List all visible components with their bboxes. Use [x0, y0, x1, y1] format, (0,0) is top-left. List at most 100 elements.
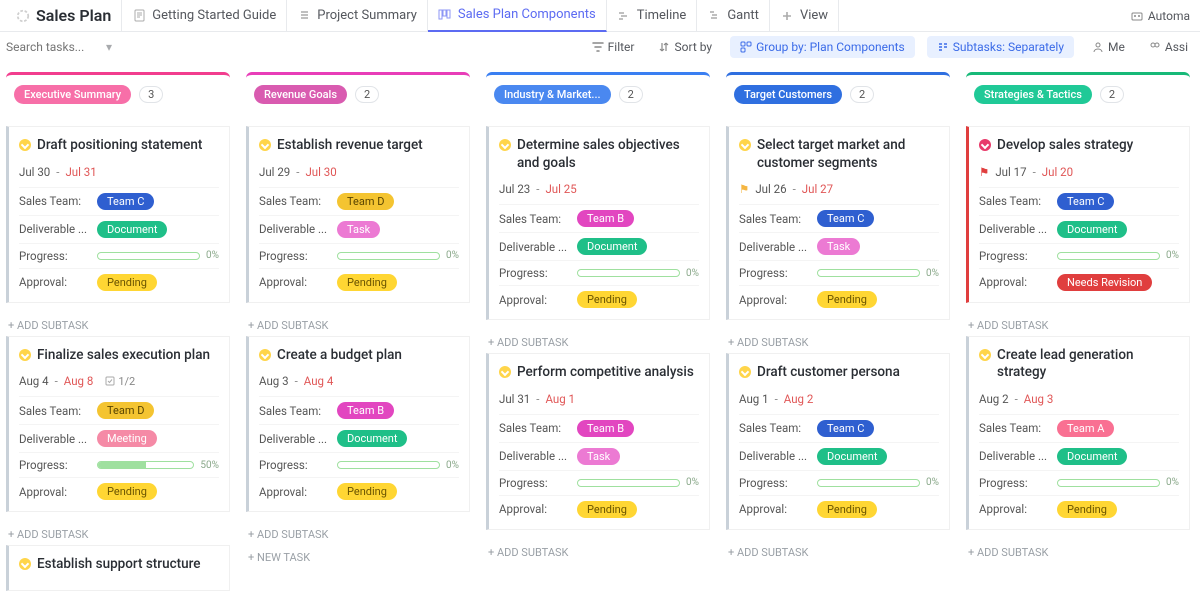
tab-project-summary[interactable]: Project Summary [287, 0, 428, 32]
field-label: Progress: [499, 266, 569, 280]
add-subtask-button[interactable]: + ADD SUBTASK [246, 313, 470, 336]
task-card[interactable]: Select target market and customer segmen… [726, 126, 950, 320]
task-card[interactable]: Draft customer personaAug 1-Aug 2Sales T… [726, 353, 950, 530]
search-input[interactable]: ▾ [6, 40, 166, 54]
task-card[interactable]: Draft positioning statementJul 30-Jul 31… [6, 126, 230, 303]
groupby-button[interactable]: Group by: Plan Components [730, 36, 915, 58]
progress-bar[interactable]: 0% [817, 477, 939, 488]
progress-bar[interactable]: 0% [817, 268, 939, 279]
task-card[interactable]: Establish revenue targetJul 29-Jul 30Sal… [246, 126, 470, 303]
add-subtask-button[interactable]: + ADD SUBTASK [486, 540, 710, 563]
add-subtask-button[interactable]: + ADD SUBTASK [966, 313, 1190, 336]
add-subtask-button[interactable]: + ADD SUBTASK [486, 330, 710, 353]
team-tag[interactable]: Team C [97, 193, 154, 210]
approval-tag[interactable]: Pending [337, 274, 397, 291]
sort-button[interactable]: Sort by [652, 37, 718, 57]
approval-tag[interactable]: Pending [577, 291, 637, 308]
approval-tag[interactable]: Pending [337, 483, 397, 500]
column-count: 2 [850, 86, 874, 103]
column-header[interactable]: Industry & Market...2 [486, 72, 710, 112]
workspace-title[interactable]: Sales Plan [6, 0, 122, 32]
subtasks-button[interactable]: Subtasks: Separately [927, 36, 1074, 58]
search-field[interactable] [6, 40, 106, 54]
progress-bar[interactable]: 0% [577, 477, 699, 488]
task-card[interactable]: Perform competitive analysisJul 31-Aug 1… [486, 353, 710, 530]
column-revenue-goals: Revenue Goals2 Establish revenue targetJu… [246, 72, 470, 568]
deliverable-tag[interactable]: Document [337, 430, 407, 447]
column-pill: Revenue Goals [254, 85, 347, 104]
approval-tag[interactable]: Needs Revision [1057, 274, 1152, 291]
progress-bar[interactable]: 0% [577, 268, 699, 279]
add-subtask-button[interactable]: + ADD SUBTASK [966, 540, 1190, 563]
task-dates: ⚑Jul 26-Jul 27 [739, 182, 939, 196]
field-label: Sales Team: [259, 404, 329, 418]
progress-bar[interactable]: 0% [1057, 250, 1179, 261]
tab-gantt[interactable]: Gantt [697, 0, 770, 32]
automate-button[interactable]: Automa [1126, 9, 1194, 23]
team-tag[interactable]: Team C [817, 420, 874, 437]
task-card[interactable]: Develop sales strategy⚑Jul 17-Jul 20Sale… [966, 126, 1190, 303]
tab-label: View [800, 8, 828, 23]
add-subtask-button[interactable]: + ADD SUBTASK [726, 540, 950, 563]
task-card[interactable]: Create lead generation strategyAug 2-Aug… [966, 336, 1190, 530]
filter-button[interactable]: Filter [586, 37, 641, 57]
team-tag[interactable]: Team A [1057, 420, 1114, 437]
progress-bar[interactable]: 0% [97, 250, 219, 261]
deliverable-tag[interactable]: Meeting [97, 430, 157, 447]
field-label: Deliverable ... [739, 240, 809, 254]
add-subtask-button[interactable]: + ADD SUBTASK [6, 522, 230, 545]
assignees-button[interactable]: Assi [1143, 37, 1194, 57]
tab-sales-plan-components[interactable]: Sales Plan Components [428, 0, 607, 32]
task-card[interactable]: Create a budget planAug 3-Aug 4Sales Tea… [246, 336, 470, 513]
progress-bar[interactable]: 0% [337, 460, 459, 471]
plus-icon [780, 9, 794, 23]
new-task-button[interactable]: + NEW TASK [246, 545, 470, 568]
me-button[interactable]: Me [1086, 37, 1131, 57]
column-header[interactable]: Revenue Goals2 [246, 72, 470, 112]
progress-bar[interactable]: 50% [97, 460, 219, 471]
approval-tag[interactable]: Pending [817, 291, 877, 308]
task-dates: ⚑Jul 17-Jul 20 [979, 165, 1179, 179]
tab-timeline[interactable]: Timeline [607, 0, 698, 32]
deliverable-tag[interactable]: Document [1057, 221, 1127, 238]
deliverable-tag[interactable]: Task [577, 448, 620, 465]
progress-bar[interactable]: 0% [1057, 477, 1179, 488]
team-tag[interactable]: Team C [817, 210, 874, 227]
tab-view[interactable]: View [770, 0, 839, 32]
deliverable-tag[interactable]: Document [577, 238, 647, 255]
add-subtask-button[interactable]: + ADD SUBTASK [246, 522, 470, 545]
deliverable-tag[interactable]: Task [337, 221, 380, 238]
team-tag[interactable]: Team B [337, 402, 394, 419]
approval-tag[interactable]: Pending [577, 501, 637, 518]
task-title: Develop sales strategy [997, 137, 1133, 155]
task-title: Finalize sales execution plan [37, 347, 210, 365]
team-tag[interactable]: Team C [1057, 193, 1114, 210]
approval-tag[interactable]: Pending [97, 274, 157, 291]
task-title: Select target market and customer segmen… [757, 137, 939, 172]
deliverable-tag[interactable]: Document [1057, 448, 1127, 465]
column-header[interactable]: Strategies & Tactics2 [966, 72, 1190, 112]
add-subtask-button[interactable]: + ADD SUBTASK [6, 313, 230, 336]
approval-tag[interactable]: Pending [817, 501, 877, 518]
approval-tag[interactable]: Pending [1057, 501, 1117, 518]
team-tag[interactable]: Team D [337, 193, 394, 210]
deliverable-tag[interactable]: Document [817, 448, 887, 465]
column-header[interactable]: Target Customers2 [726, 72, 950, 112]
task-card[interactable]: Determine sales objectives and goalsJul … [486, 126, 710, 320]
approval-tag[interactable]: Pending [97, 483, 157, 500]
status-dot-icon [19, 558, 31, 570]
team-tag[interactable]: Team B [577, 420, 634, 437]
field-label: Approval: [979, 275, 1049, 289]
team-tag[interactable]: Team D [97, 402, 154, 419]
deliverable-tag[interactable]: Document [97, 221, 167, 238]
deliverable-tag[interactable]: Task [817, 238, 860, 255]
progress-bar[interactable]: 0% [337, 250, 459, 261]
column-header[interactable]: Executive Summary3 [6, 72, 230, 112]
field-label: Progress: [979, 476, 1049, 490]
task-card[interactable]: Finalize sales execution planAug 4-Aug 8… [6, 336, 230, 513]
board: Executive Summary3 Draft positioning stat… [0, 62, 1200, 603]
team-tag[interactable]: Team B [577, 210, 634, 227]
tab-getting-started-guide[interactable]: Getting Started Guide [122, 0, 287, 32]
task-card[interactable]: Establish support structure [6, 545, 230, 591]
add-subtask-button[interactable]: + ADD SUBTASK [726, 330, 950, 353]
